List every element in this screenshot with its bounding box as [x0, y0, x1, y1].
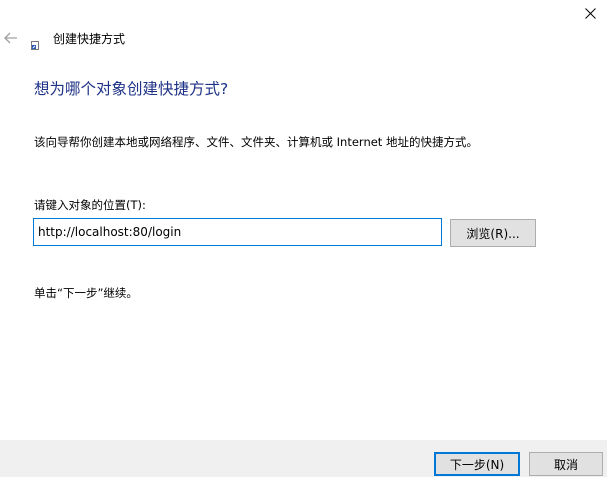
wizard-header: 创建快捷方式 — [0, 26, 400, 52]
close-icon — [584, 7, 596, 19]
arrow-left-icon — [4, 32, 18, 44]
wizard-footer: 下一步(N) 取消 — [0, 440, 607, 477]
back-button[interactable] — [2, 29, 20, 47]
wizard-description: 该向导帮你创建本地或网络程序、文件、文件夹、计算机或 Internet 地址的快… — [34, 135, 478, 149]
browse-button[interactable]: 浏览(R)... — [450, 219, 536, 247]
shortcut-icon — [31, 35, 39, 50]
cancel-button[interactable]: 取消 — [529, 452, 603, 476]
location-label: 请键入对象的位置(T): — [34, 198, 146, 212]
location-input[interactable] — [33, 218, 442, 246]
wizard-title: 创建快捷方式 — [53, 32, 126, 46]
next-button[interactable]: 下一步(N) — [434, 452, 520, 476]
hint-text: 单击“下一步”继续。 — [34, 286, 138, 300]
close-button[interactable] — [573, 0, 607, 26]
page-heading: 想为哪个对象创建快捷方式? — [34, 80, 229, 98]
